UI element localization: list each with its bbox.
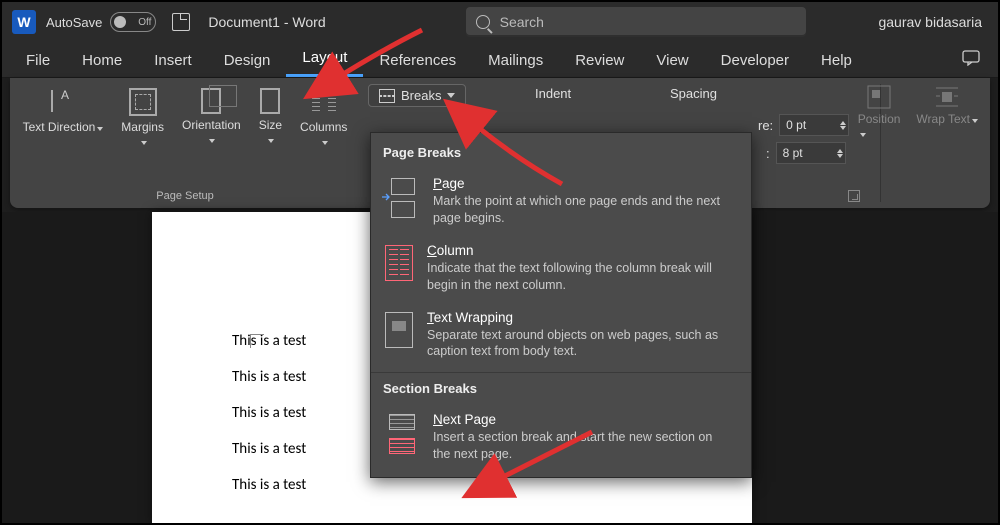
tab-home[interactable]: Home [66,46,138,77]
menu-item-column[interactable]: Column Indicate that the text following … [371,235,751,302]
spacing-after-label: : [766,146,770,161]
margins-icon [129,88,157,116]
tab-file[interactable]: File [10,46,66,77]
page-breaks-header: Page Breaks [371,141,751,168]
breaks-icon [379,89,395,103]
wrap-text-button[interactable]: Wrap Text [916,84,978,140]
size-label: Size [259,118,282,132]
menu-item-page[interactable]: Page Mark the point at which one page en… [371,168,751,235]
tab-developer[interactable]: Developer [705,46,805,77]
menu-item-desc: Indicate that the text following the col… [427,260,727,294]
menu-item-desc: Mark the point at which one page ends an… [433,193,733,227]
orientation-icon [201,88,221,114]
next-page-break-icon [385,414,419,454]
paragraph-launcher-icon[interactable] [848,190,860,202]
search-input[interactable]: Search [466,7,806,37]
tab-review[interactable]: Review [559,46,640,77]
position-icon [866,84,892,110]
group-page-setup: Text Direction Margins Orientation Size … [10,78,360,208]
spacing-before-value: 0 pt [786,118,806,132]
menu-item-desc: Separate text around objects on web page… [427,327,727,361]
indent-label: Indent [535,86,571,101]
text-wrapping-break-icon [385,312,413,348]
margins-button[interactable]: Margins [119,84,166,153]
tab-design[interactable]: Design [208,46,287,77]
menu-item-desc: Insert a section break and start the new… [433,429,733,463]
breaks-button[interactable]: Breaks [368,84,466,107]
columns-button[interactable]: Columns [298,84,349,153]
spacing-before-label: re: [758,118,773,133]
ribbon-tabs: File Home Insert Design Layout Reference… [2,42,998,78]
tab-help[interactable]: Help [805,46,868,77]
size-icon [260,88,280,114]
text-direction-icon [49,88,77,116]
search-placeholder: Search [500,14,544,30]
paragraph[interactable]: This is a test [232,476,672,494]
document-title: Document1 - Word [208,14,325,30]
menu-item-title: Next Page [433,412,733,427]
chevron-down-icon [447,93,455,98]
autosave-label: AutoSave [46,15,102,30]
menu-item-title: Page [433,176,733,191]
menu-item-title: Text Wrapping [427,310,727,325]
page-setup-group-label: Page Setup [156,186,214,206]
spacing-label: Spacing [670,86,717,101]
columns-label: Columns [300,120,347,134]
spin-down-icon[interactable] [840,126,846,130]
position-button[interactable]: Position [858,84,901,140]
text-direction-button[interactable]: Text Direction [21,84,106,153]
orientation-button[interactable]: Orientation [180,84,243,153]
search-icon [476,15,490,29]
arrange-group: Position Wrap Text [858,84,978,140]
menu-item-text-wrapping[interactable]: Text Wrapping Separate text around objec… [371,302,751,369]
margin-corner-icon [250,334,264,348]
page-break-icon [385,178,419,218]
columns-icon [310,88,338,116]
tab-mailings[interactable]: Mailings [472,46,559,77]
spin-down-icon[interactable] [837,154,843,158]
title-bar: W AutoSave Off Document1 - Word Search g… [2,2,998,42]
spacing-before-input[interactable]: 0 pt [779,114,849,136]
menu-item-next-page[interactable]: Next Page Insert a section break and sta… [371,404,751,471]
breaks-dropdown-menu: Page Breaks Page Mark the point at which… [370,132,752,478]
spacing-after-row: : 8 pt [766,142,846,164]
orientation-label: Orientation [182,118,241,132]
margins-label: Margins [121,120,164,134]
column-break-icon [385,245,413,281]
comments-icon[interactable] [952,44,990,77]
section-breaks-header: Section Breaks [371,377,751,404]
tab-view[interactable]: View [640,46,704,77]
spacing-before-row: re: 0 pt [758,114,849,136]
spin-up-icon[interactable] [840,121,846,125]
menu-item-title: Column [427,243,727,258]
word-logo-icon: W [12,10,36,34]
tab-insert[interactable]: Insert [138,46,208,77]
user-name[interactable]: gaurav bidasaria [878,14,982,30]
spin-up-icon[interactable] [837,149,843,153]
autosave-toggle[interactable]: Off [110,12,156,32]
wrap-text-icon [934,84,960,110]
tab-layout[interactable]: Layout [286,43,363,77]
spacing-after-input[interactable]: 8 pt [776,142,846,164]
text-direction-label: Text Direction [23,120,96,134]
save-icon[interactable] [172,13,190,31]
autosave-toggle-area[interactable]: AutoSave Off [46,12,156,32]
spacing-after-value: 8 pt [783,146,803,160]
autosave-state: Off [138,17,151,28]
tab-references[interactable]: References [363,46,472,77]
breaks-label: Breaks [401,88,441,103]
size-button[interactable]: Size [257,84,284,153]
